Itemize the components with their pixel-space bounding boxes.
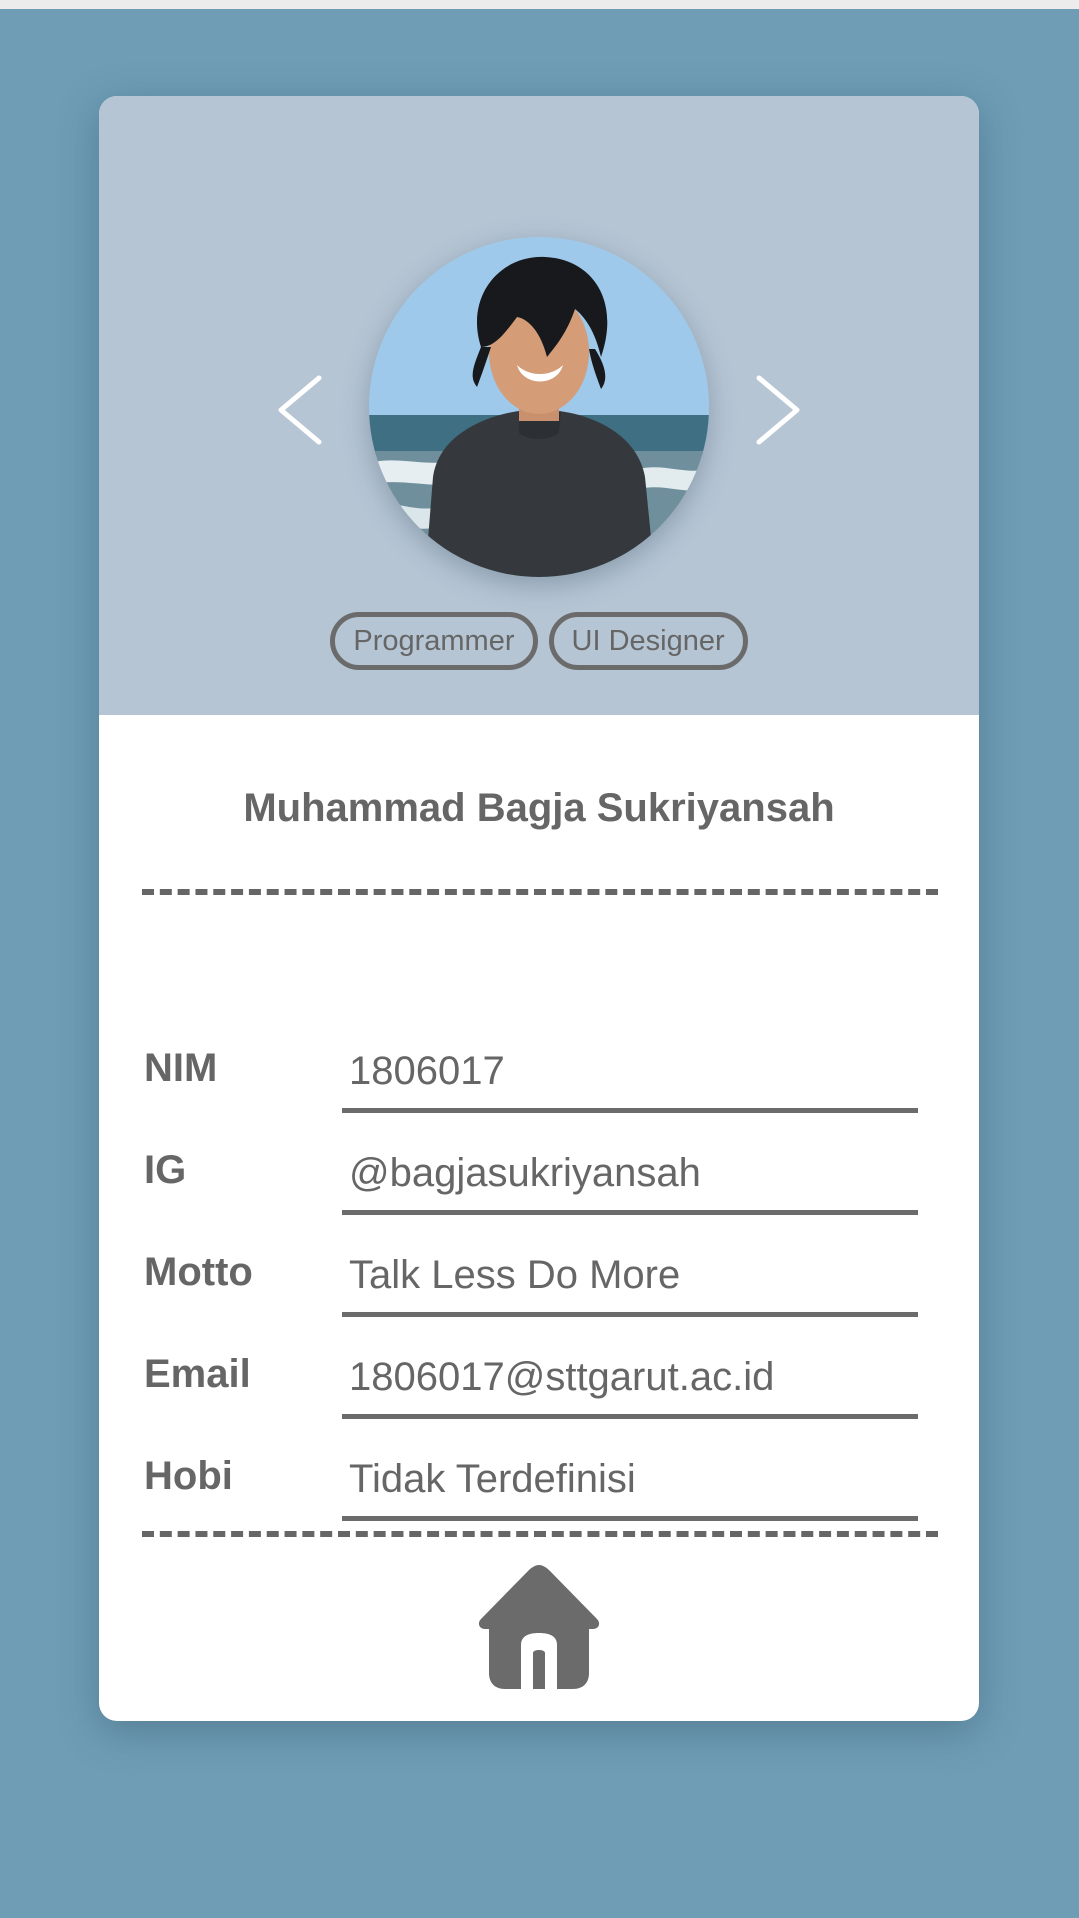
- field-value-email-field: 1806017@sttgarut.ac.id: [342, 1344, 918, 1419]
- field-value-hobi: Tidak Terdefinisi: [349, 1457, 636, 1501]
- field-row-email: Email 1806017@sttgarut.ac.id: [144, 1329, 918, 1419]
- profile-header: Programmer UI Designer: [99, 96, 979, 715]
- home-icon: [478, 1565, 600, 1689]
- home-button[interactable]: [475, 1561, 603, 1691]
- tag-programmer[interactable]: Programmer: [330, 612, 538, 670]
- field-row-motto: Motto Talk Less Do More: [144, 1227, 918, 1317]
- profile-card: Programmer UI Designer Muhammad Bagja Su…: [99, 96, 979, 1721]
- field-value-nim: 1806017: [349, 1049, 505, 1093]
- field-value-nim-field: 1806017: [342, 1038, 918, 1113]
- field-label-ig: IG: [144, 1148, 187, 1192]
- field-value-motto: Talk Less Do More: [349, 1253, 681, 1297]
- divider: [142, 1531, 938, 1537]
- field-label-hobi: Hobi: [144, 1454, 233, 1498]
- field-value-motto-field: Talk Less Do More: [342, 1242, 918, 1317]
- field-row-ig: IG @bagjasukriyansah: [144, 1125, 918, 1215]
- field-label-nim: NIM: [144, 1046, 218, 1090]
- profile-photo: [369, 237, 709, 577]
- avatar: [369, 237, 709, 577]
- profile-name: Muhammad Bagja Sukriyansah: [243, 786, 835, 830]
- next-profile-button[interactable]: [749, 372, 809, 448]
- status-bar: [0, 0, 1079, 9]
- field-row-nim: NIM 1806017: [144, 1023, 918, 1113]
- divider: [142, 889, 938, 895]
- role-tags: Programmer UI Designer: [99, 612, 979, 670]
- chevron-right-icon: [756, 375, 800, 445]
- chevron-left-icon: [278, 375, 322, 445]
- tag-ui-designer[interactable]: UI Designer: [548, 612, 748, 670]
- field-label-email: Email: [144, 1352, 251, 1396]
- field-value-ig-field: @bagjasukriyansah: [342, 1140, 918, 1215]
- field-value-email: 1806017@sttgarut.ac.id: [349, 1355, 775, 1399]
- field-label-motto: Motto: [144, 1250, 253, 1294]
- field-value-ig: @bagjasukriyansah: [349, 1151, 701, 1195]
- previous-profile-button[interactable]: [269, 372, 329, 448]
- field-value-hobi-field: Tidak Terdefinisi: [342, 1446, 918, 1521]
- field-row-hobi: Hobi Tidak Terdefinisi: [144, 1431, 918, 1521]
